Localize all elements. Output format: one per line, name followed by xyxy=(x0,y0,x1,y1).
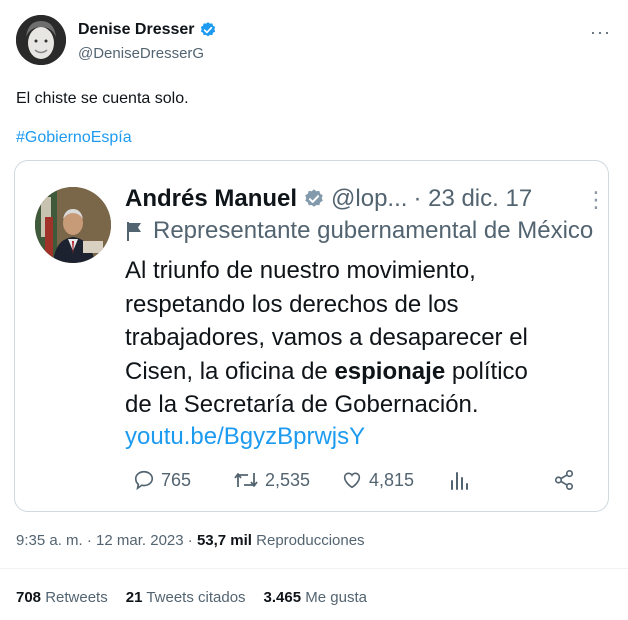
heart-icon xyxy=(343,472,361,489)
retweet-icon xyxy=(234,473,258,487)
government-label: Representante gubernamental de México xyxy=(125,217,593,245)
retweets-stat[interactable]: 708 Retweets xyxy=(16,589,108,606)
quoted-tweet-text: Al triunfo de nuestro movimiento, respet… xyxy=(125,254,595,422)
reply-action[interactable]: 765 xyxy=(133,467,191,493)
author-name[interactable]: Denise Dresser xyxy=(78,21,217,39)
reply-count: 765 xyxy=(161,469,192,490)
quoted-author-avatar[interactable] xyxy=(35,187,111,263)
quoted-tweet-card[interactable]: Andrés Manuel @lop... · 23 dic. 17 ⋮ Rep… xyxy=(14,160,609,512)
author-avatar[interactable] xyxy=(16,15,66,65)
quoted-text-segment: político xyxy=(445,357,528,385)
retweet-count: 2,535 xyxy=(265,469,311,490)
quoted-text-line: trabajadores, vamos a desaparecer el xyxy=(125,324,528,351)
flag-icon xyxy=(127,222,141,241)
quoted-tweet-link[interactable]: youtu.be/BgyzBprwjsY xyxy=(125,423,365,451)
views-label: Reproducciones xyxy=(251,532,365,549)
gray-verified-badge-icon xyxy=(305,189,323,207)
views-count: 53,7 mil xyxy=(196,532,252,549)
more-options-icon[interactable]: ··· xyxy=(590,22,611,43)
author-handle[interactable]: @DeniseDresserG xyxy=(78,45,204,62)
tweet-timestamp[interactable]: 9:35 a. m. · 12 mar. 2023 · xyxy=(16,532,197,549)
analytics-icon xyxy=(451,472,468,490)
tweet-text: El chiste se cuenta solo. xyxy=(16,90,189,107)
quotes-stat-count: 21 xyxy=(125,589,143,606)
share-icon xyxy=(554,470,574,490)
quoted-text-line: de la Secretaría de Gobernación. xyxy=(125,391,479,418)
verified-badge-icon xyxy=(200,22,215,37)
retweets-stat-count: 708 xyxy=(16,589,42,606)
retweet-action[interactable]: 2,535 xyxy=(233,467,310,493)
reply-icon xyxy=(134,470,154,491)
likes-stat-count: 3.465 xyxy=(263,589,302,606)
retweets-stat-label: Retweets xyxy=(41,589,108,606)
tweet-hashtag-link[interactable]: #GobiernoEspía xyxy=(16,129,132,147)
government-label-text: Representante gubernamental de México xyxy=(153,217,594,244)
tweet-meta: 9:35 a. m. · 12 mar. 2023 · 53,7 mil Rep… xyxy=(16,532,365,549)
quoted-author-name[interactable]: Andrés Manuel xyxy=(125,185,297,213)
like-action[interactable]: 4,815 xyxy=(341,467,414,493)
quoted-tweet-header: Andrés Manuel @lop... · 23 dic. 17 xyxy=(125,185,532,213)
quoted-text-segment: Cisen, la oficina de xyxy=(125,357,335,385)
author-name-label[interactable]: Denise Dresser xyxy=(78,21,195,39)
quoted-text-line: respetando los derechos de los xyxy=(125,290,459,318)
quoted-more-options-icon[interactable]: ⋮ xyxy=(585,187,607,213)
quotes-stat-label: Tweets citados xyxy=(142,589,246,606)
views-action[interactable] xyxy=(449,467,469,493)
quoted-text-bold: espionaje xyxy=(334,357,446,385)
divider xyxy=(0,568,628,569)
like-count: 4,815 xyxy=(369,469,415,490)
quoted-text-line: Al triunfo de nuestro movimiento, xyxy=(125,257,476,284)
quoted-tweet-date[interactable]: · 23 dic. 17 xyxy=(413,185,532,213)
quoted-author-handle[interactable]: @lop... xyxy=(331,185,407,213)
likes-stat[interactable]: 3.465 Me gusta xyxy=(264,589,367,606)
likes-stat-label: Me gusta xyxy=(301,589,367,606)
tweet-stats: 708 Retweets 21 Tweets citados 3.465 Me … xyxy=(16,589,367,606)
share-action[interactable] xyxy=(553,467,575,493)
quotes-stat[interactable]: 21 Tweets citados xyxy=(126,589,246,606)
quoted-text-line: Cisen, la oficina de espionaje político xyxy=(125,355,595,389)
